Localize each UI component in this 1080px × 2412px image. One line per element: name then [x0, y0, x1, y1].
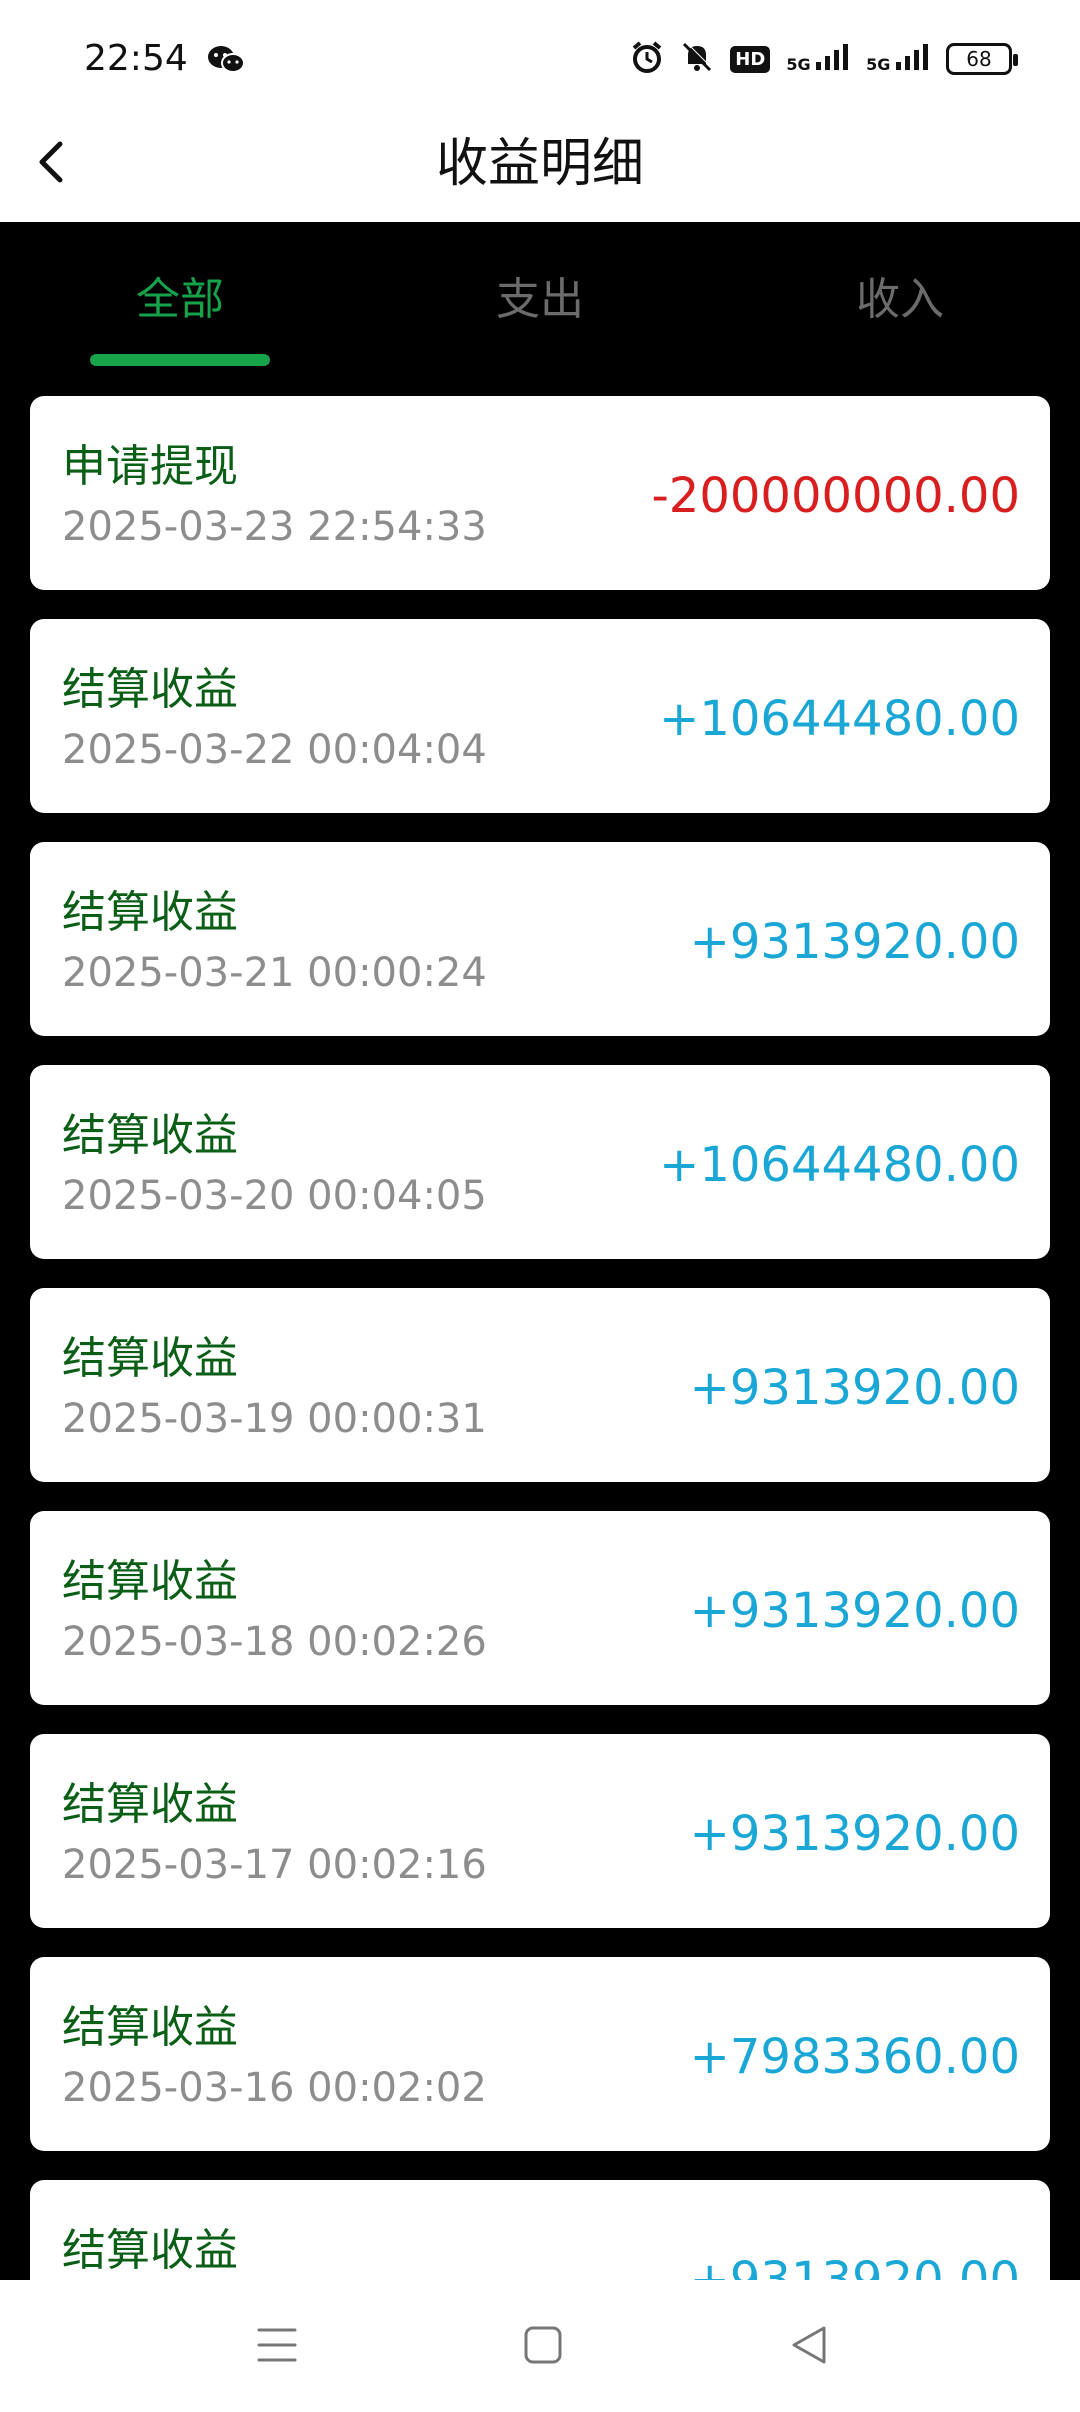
- transaction-list[interactable]: 申请提现 2025-03-23 22:54:33 -200000000.00 结…: [30, 396, 1050, 2403]
- item-time: 2025-03-23 22:54:33: [62, 504, 487, 550]
- home-square-icon[interactable]: [514, 2320, 574, 2370]
- list-item[interactable]: 结算收益 2025-03-16 00:02:02 +7983360.00: [30, 1957, 1050, 2151]
- item-time: 2025-03-16 00:02:02: [62, 2065, 487, 2111]
- item-title: 结算收益: [62, 664, 238, 715]
- item-amount: +10644480.00: [659, 691, 1020, 747]
- back-triangle-icon[interactable]: [780, 2320, 840, 2370]
- status-time: 22:54: [84, 38, 188, 79]
- item-time: 2025-03-18 00:02:26: [62, 1619, 487, 1665]
- signal-5g-1-label: 5G: [786, 55, 811, 74]
- tab-all[interactable]: 全部: [0, 270, 360, 330]
- item-amount: +9313920.00: [689, 1360, 1020, 1416]
- system-nav-bar: [0, 2280, 1080, 2412]
- battery-level: 68: [966, 47, 992, 71]
- list-item[interactable]: 结算收益 2025-03-22 00:04:04 +10644480.00: [30, 619, 1050, 813]
- nav-bar: 收益明细: [0, 108, 1080, 222]
- item-title: 结算收益: [62, 1110, 238, 1161]
- item-title: 结算收益: [62, 1556, 238, 1607]
- item-amount: -200000000.00: [651, 468, 1020, 524]
- item-time: 2025-03-22 00:04:04: [62, 727, 487, 773]
- status-icons: HD 5G 5G 68: [630, 40, 1018, 78]
- tab-income[interactable]: 收入: [720, 270, 1080, 330]
- item-time: 2025-03-20 00:04:05: [62, 1173, 487, 1219]
- list-item[interactable]: 结算收益 2025-03-19 00:00:31 +9313920.00: [30, 1288, 1050, 1482]
- alarm-icon: [630, 40, 664, 78]
- item-amount: +9313920.00: [689, 1583, 1020, 1639]
- tab-active-indicator: [90, 354, 270, 366]
- status-bar: 22:54 HD 5G 5G 68: [0, 0, 1080, 108]
- tab-bar: 全部 支出 收入: [0, 222, 1080, 368]
- page-title: 收益明细: [435, 134, 644, 194]
- hd-badge: HD: [730, 45, 771, 73]
- item-title: 结算收益: [62, 1333, 238, 1384]
- item-amount: +7983360.00: [689, 2029, 1020, 2085]
- battery-indicator: 68: [946, 43, 1018, 75]
- item-title: 结算收益: [62, 1779, 238, 1830]
- item-time: 2025-03-17 00:02:16: [62, 1842, 487, 1888]
- list-item[interactable]: 结算收益 2025-03-18 00:02:26 +9313920.00: [30, 1511, 1050, 1705]
- list-item[interactable]: 结算收益 2025-03-20 00:04:05 +10644480.00: [30, 1065, 1050, 1259]
- item-amount: +9313920.00: [689, 914, 1020, 970]
- list-item[interactable]: 申请提现 2025-03-23 22:54:33 -200000000.00: [30, 396, 1050, 590]
- menu-icon[interactable]: [247, 2320, 307, 2370]
- item-amount: +9313920.00: [689, 1806, 1020, 1862]
- mute-bell-icon: [680, 40, 714, 78]
- list-item[interactable]: 结算收益 2025-03-21 00:00:24 +9313920.00: [30, 842, 1050, 1036]
- list-item[interactable]: 结算收益 2025-03-17 00:02:16 +9313920.00: [30, 1734, 1050, 1928]
- tab-expense[interactable]: 支出: [360, 270, 720, 330]
- item-title: 结算收益: [62, 2002, 238, 2053]
- item-time: 2025-03-21 00:00:24: [62, 950, 487, 996]
- item-title: 申请提现: [62, 441, 238, 492]
- signal-5g-2: 5G: [866, 44, 930, 74]
- signal-5g-1: 5G: [786, 44, 850, 74]
- item-amount: +10644480.00: [659, 1137, 1020, 1193]
- wechat-icon: [206, 44, 246, 76]
- item-title: 结算收益: [62, 887, 238, 938]
- item-title: 结算收益: [62, 2225, 238, 2276]
- item-time: 2025-03-19 00:00:31: [62, 1396, 487, 1442]
- signal-5g-2-label: 5G: [866, 55, 891, 74]
